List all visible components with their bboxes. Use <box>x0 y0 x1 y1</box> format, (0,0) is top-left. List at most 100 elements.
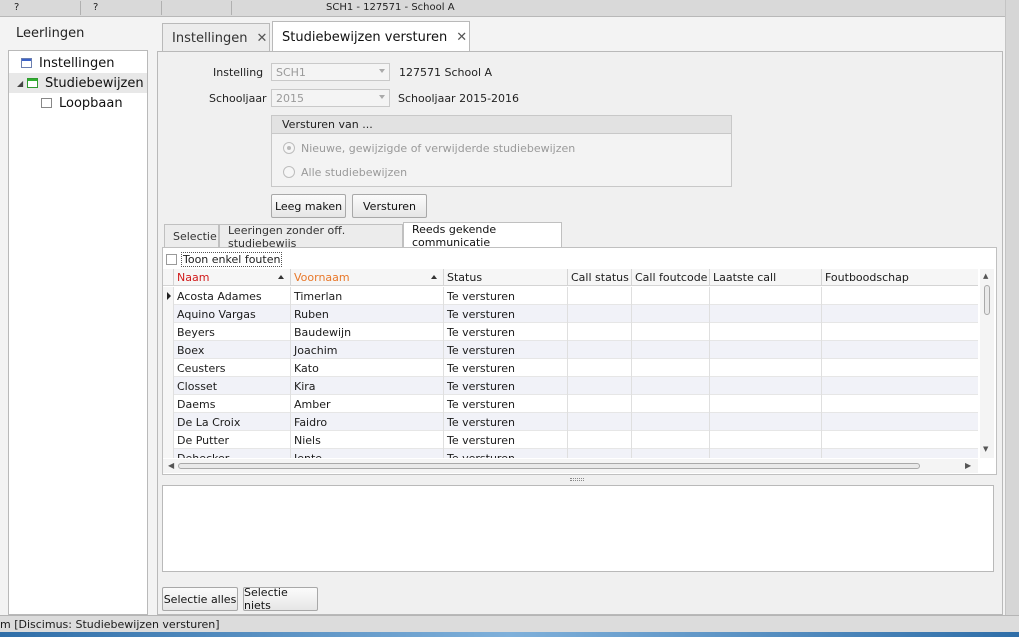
table-cell: Amber <box>291 395 444 413</box>
grid-horizontal-scrollbar[interactable]: ◀ ▶ <box>163 459 978 473</box>
splitter-grip[interactable] <box>570 478 584 481</box>
table-row[interactable]: Ceusters Kato Te versturen <box>163 359 978 377</box>
table-row[interactable]: De La Croix Faidro Te versturen <box>163 413 978 431</box>
table-cell <box>568 377 632 395</box>
subtab-leeringen-zonder[interactable]: Leeringen zonder off. studiebewijs <box>219 224 403 250</box>
tab-label: Studiebewijzen versturen <box>282 29 448 45</box>
versturen-van-group: Versturen van ... Nieuwe, gewijzigde of … <box>271 115 732 187</box>
only-errors-label[interactable]: Toon enkel fouten <box>181 252 283 267</box>
column-header-laatste-call[interactable]: Laatste call <box>710 268 822 286</box>
scroll-thumb[interactable] <box>984 285 990 315</box>
radio-new-changed[interactable] <box>283 142 295 154</box>
column-header-naam[interactable]: Naam <box>174 268 291 286</box>
row-indicator <box>163 449 174 458</box>
send-button[interactable]: Versturen <box>352 194 427 218</box>
menu-separator <box>161 1 162 15</box>
table-row[interactable]: Daems Amber Te versturen <box>163 395 978 413</box>
table-cell: Te versturen <box>444 341 568 359</box>
grid-vertical-scrollbar[interactable]: ▲ ▼ <box>980 269 994 458</box>
right-edge-scrollbar[interactable] <box>1005 0 1019 615</box>
column-header-call-status[interactable]: Call status <box>568 268 632 286</box>
table-row[interactable]: Acosta Adames Timerlan Te versturen <box>163 287 978 305</box>
column-header-label: Foutboodschap <box>825 270 909 284</box>
menu-separator <box>80 1 81 15</box>
help-menu-right[interactable]: ? <box>93 2 98 13</box>
table-row[interactable]: Boex Joachim Te versturen <box>163 341 978 359</box>
clear-button[interactable]: Leeg maken <box>271 194 346 218</box>
close-icon[interactable]: ✕ <box>456 30 467 45</box>
help-menu-left[interactable]: ? <box>14 2 19 13</box>
row-indicator <box>163 323 174 341</box>
only-errors-checkbox[interactable] <box>166 254 177 265</box>
table-cell: Te versturen <box>444 377 568 395</box>
select-all-button[interactable]: Selectie alles <box>162 587 238 611</box>
column-header-status[interactable]: Status <box>444 268 568 286</box>
column-header-label: Voornaam <box>294 270 350 284</box>
column-header-label: Laatste call <box>713 270 777 284</box>
table-cell <box>822 287 978 305</box>
table-cell <box>710 287 822 305</box>
row-indicator <box>163 341 174 359</box>
scroll-down-icon[interactable]: ▼ <box>983 445 988 453</box>
schooljaar-combo[interactable]: 2015 <box>271 89 390 107</box>
radio-all[interactable] <box>283 166 295 178</box>
grid-body: Acosta Adames Timerlan Te versturen Aquino … <box>163 287 978 458</box>
detail-text-area[interactable] <box>162 485 994 572</box>
tab-instellingen[interactable]: Instellingen ✕ <box>162 23 270 52</box>
table-cell <box>710 449 822 458</box>
table-cell <box>568 413 632 431</box>
tree-item-studiebewijzen[interactable]: ◢ Studiebewijzen <box>9 73 147 93</box>
tab-studiebewijzen-versturen[interactable]: Studiebewijzen versturen ✕ <box>272 21 470 52</box>
table-cell: Te versturen <box>444 431 568 449</box>
instelling-description: 127571 School A <box>399 66 493 79</box>
table-cell: Baudewijn <box>291 323 444 341</box>
subtab-reeds-gekende[interactable]: Reeds gekende communicatie <box>403 222 562 249</box>
table-cell <box>822 341 978 359</box>
table-row[interactable]: Aquino Vargas Ruben Te versturen <box>163 305 978 323</box>
table-cell <box>632 413 710 431</box>
tab-label: Instellingen <box>172 30 248 46</box>
close-icon[interactable]: ✕ <box>257 31 268 46</box>
radio-new-changed-label: Nieuwe, gewijzigde of verwijderde studie… <box>301 142 576 155</box>
menu-separator <box>231 1 232 15</box>
form-icon <box>21 58 32 68</box>
scroll-right-icon[interactable]: ▶ <box>965 461 971 470</box>
tree-item-loopbaan[interactable]: Loopbaan <box>9 93 147 113</box>
table-cell <box>632 431 710 449</box>
row-indicator <box>163 305 174 323</box>
row-indicator <box>163 413 174 431</box>
table-cell <box>568 395 632 413</box>
table-cell <box>568 431 632 449</box>
table-cell <box>632 377 710 395</box>
subtab-selectie[interactable]: Selectie <box>164 224 219 248</box>
column-header-call-foutcode[interactable]: Call foutcode <box>632 268 710 286</box>
table-row[interactable]: Dehecker Jente Te versturen <box>163 449 978 458</box>
table-cell: Ruben <box>291 305 444 323</box>
row-indicator <box>163 395 174 413</box>
tree-item-label: Loopbaan <box>59 95 123 111</box>
table-row[interactable]: Beyers Baudewijn Te versturen <box>163 323 978 341</box>
sort-ascending-icon <box>278 274 284 279</box>
select-none-button[interactable]: Selectie niets <box>243 586 318 612</box>
table-row[interactable]: De Putter Niels Te versturen <box>163 431 978 449</box>
table-cell: Ceusters <box>174 359 291 377</box>
scroll-left-icon[interactable]: ◀ <box>168 461 174 470</box>
instelling-value: SCH1 <box>276 66 306 79</box>
instelling-label: Instelling <box>213 66 264 79</box>
communication-grid: Toon enkel fouten Naam Voornaam Status C… <box>162 247 997 475</box>
instelling-combo[interactable]: SCH1 <box>271 63 390 81</box>
table-cell <box>632 449 710 458</box>
scroll-up-icon[interactable]: ▲ <box>983 272 988 280</box>
column-header-foutboodschap[interactable]: Foutboodschap <box>822 269 978 286</box>
table-cell: Te versturen <box>444 413 568 431</box>
navigation-tree: Instellingen ◢ Studiebewijzen Loopbaan <box>8 50 148 615</box>
collapse-arrow-icon[interactable]: ◢ <box>17 79 27 88</box>
table-row[interactable]: Closset Kira Te versturen <box>163 377 978 395</box>
tree-item-label: Studiebewijzen <box>45 75 144 91</box>
table-cell <box>632 305 710 323</box>
table-cell: Faidro <box>291 413 444 431</box>
column-header-voornaam[interactable]: Voornaam <box>291 268 444 286</box>
table-cell: Te versturen <box>444 323 568 341</box>
scroll-thumb[interactable] <box>178 463 920 469</box>
tree-item-instellingen[interactable]: Instellingen <box>9 53 147 73</box>
